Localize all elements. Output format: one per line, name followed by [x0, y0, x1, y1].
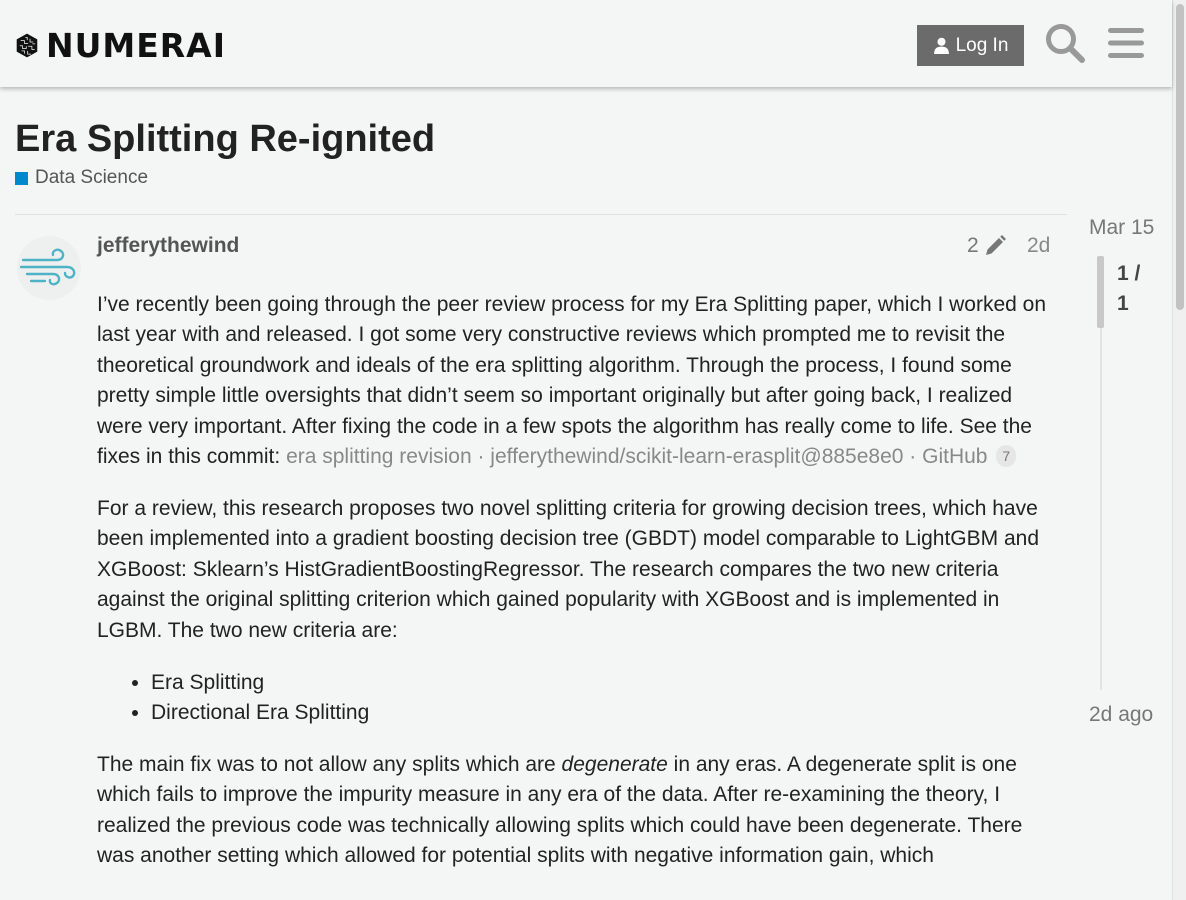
timeline-start-date[interactable]: Mar 15	[1089, 216, 1154, 240]
pencil-icon	[985, 235, 1006, 255]
post-paragraph: For a review, this research proposes two…	[97, 497, 1040, 642]
brand-wordmark: NUMERAI	[45, 25, 226, 65]
user-icon	[933, 37, 949, 54]
site-header: NUMERAI Log In	[0, 0, 1172, 87]
list-item: Directional Era Splitting	[151, 698, 1057, 728]
commit-link[interactable]: era splitting revision · jefferythewind/…	[286, 445, 987, 468]
post-body: I’ve recently been going through the pee…	[97, 290, 1057, 893]
avatar[interactable]	[17, 236, 81, 300]
timeline-position: 1 / 1	[1117, 262, 1141, 315]
post-paragraph: I’ve recently been going through the pee…	[97, 290, 1057, 472]
page-scrollbar[interactable]	[1172, 0, 1186, 900]
post-paragraph: The main fix was to not allow any splits…	[97, 750, 1057, 872]
category-label: Data Science	[35, 167, 149, 188]
wind-icon	[19, 248, 76, 286]
paragraph-text: The main fix was to not allow any splits…	[97, 753, 562, 777]
timeline-handle[interactable]	[1097, 256, 1104, 328]
category-badge[interactable]: Data Science	[15, 167, 148, 189]
edit-history-button[interactable]: 2	[967, 234, 1007, 258]
post-date[interactable]: 2d	[1027, 234, 1050, 258]
link-click-count: 7	[996, 445, 1017, 468]
edit-count: 2	[967, 234, 979, 257]
category-color-swatch	[15, 171, 28, 185]
list-item: Era Splitting	[151, 668, 1057, 698]
criteria-list: Era Splitting Directional Era Splitting	[151, 668, 1057, 729]
topic-title[interactable]: Era Splitting Re-ignited	[15, 118, 435, 161]
login-button[interactable]: Log In	[917, 25, 1024, 66]
search-icon[interactable]	[1044, 22, 1086, 64]
site-logo[interactable]: NUMERAI	[16, 18, 226, 72]
paragraph-text: I’ve recently been going through the pee…	[97, 293, 1047, 469]
emphasis-text: degenerate	[561, 753, 668, 777]
scrollbar-thumb[interactable]	[1176, 4, 1184, 310]
title-divider	[15, 214, 1067, 215]
login-label: Log In	[955, 34, 1009, 56]
timeline-end-date[interactable]: 2d ago	[1089, 703, 1153, 727]
hamburger-menu-icon[interactable]	[1107, 24, 1145, 62]
post-author-username[interactable]: jefferythewind	[97, 234, 239, 258]
numerai-logo-icon	[16, 33, 38, 57]
